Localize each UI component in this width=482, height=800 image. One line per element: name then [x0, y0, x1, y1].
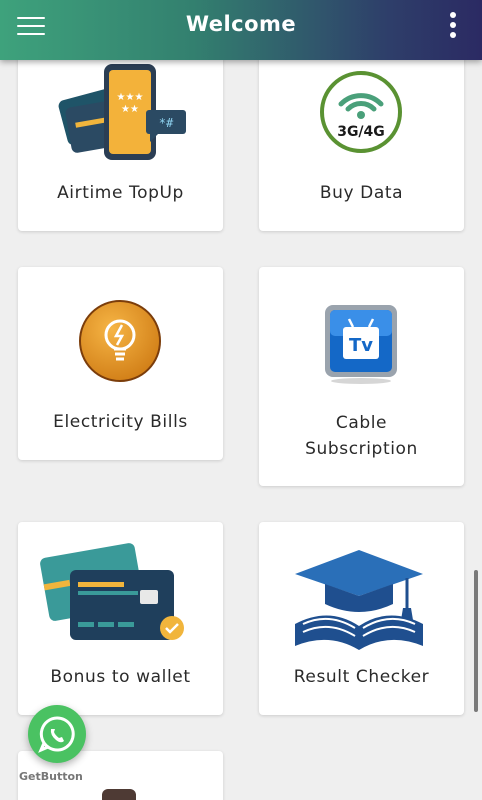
service-card-bonus-wallet[interactable]: Bonus to wallet	[18, 522, 223, 715]
getbutton-label: GetButton	[19, 770, 83, 783]
service-label: Subscription	[305, 439, 418, 459]
service-card-cable[interactable]: Tv Cable Subscription	[259, 267, 464, 486]
getbutton-branding[interactable]: GetButton	[19, 770, 83, 783]
service-label: Cable	[335, 413, 388, 433]
whatsapp-button[interactable]	[28, 705, 86, 763]
service-card-airtime[interactable]: ★★★ ★★ *# Airtime TopUp	[18, 40, 223, 231]
graduation-book-icon	[295, 550, 423, 650]
electricity-bulb-icon	[79, 300, 161, 382]
bonus-card-icon	[40, 543, 184, 640]
service-label: Electricity Bills	[53, 412, 188, 432]
service-label: Buy Data	[319, 183, 404, 203]
svg-text:★★★: ★★★	[117, 92, 144, 103]
airtime-phone-icon: ★★★ ★★ *#	[58, 64, 186, 160]
data-3g4g-icon: 3G/4G	[320, 71, 402, 153]
service-label: Bonus to wallet	[50, 667, 191, 687]
whatsapp-icon	[38, 716, 75, 753]
page-title: Welcome	[185, 12, 297, 36]
svg-text:3G/4G: 3G/4G	[337, 124, 385, 140]
more-vert-icon[interactable]	[448, 12, 458, 40]
service-card-electricity[interactable]: Electricity Bills	[18, 267, 223, 460]
scrollbar[interactable]	[474, 570, 478, 712]
svg-text:Tv: Tv	[349, 335, 373, 356]
service-label: Result Checker	[293, 667, 430, 687]
svg-text:★★: ★★	[121, 104, 139, 115]
cable-tv-icon: Tv	[325, 305, 397, 384]
service-card-buy-data[interactable]: 3G/4G Buy Data	[259, 40, 464, 231]
service-card-result-checker[interactable]: Result Checker	[259, 522, 464, 715]
svg-text:*#: *#	[159, 116, 174, 130]
partial-card-icon	[102, 789, 136, 800]
app-bar: Welcome	[0, 0, 482, 60]
service-label: Airtime TopUp	[57, 183, 184, 203]
